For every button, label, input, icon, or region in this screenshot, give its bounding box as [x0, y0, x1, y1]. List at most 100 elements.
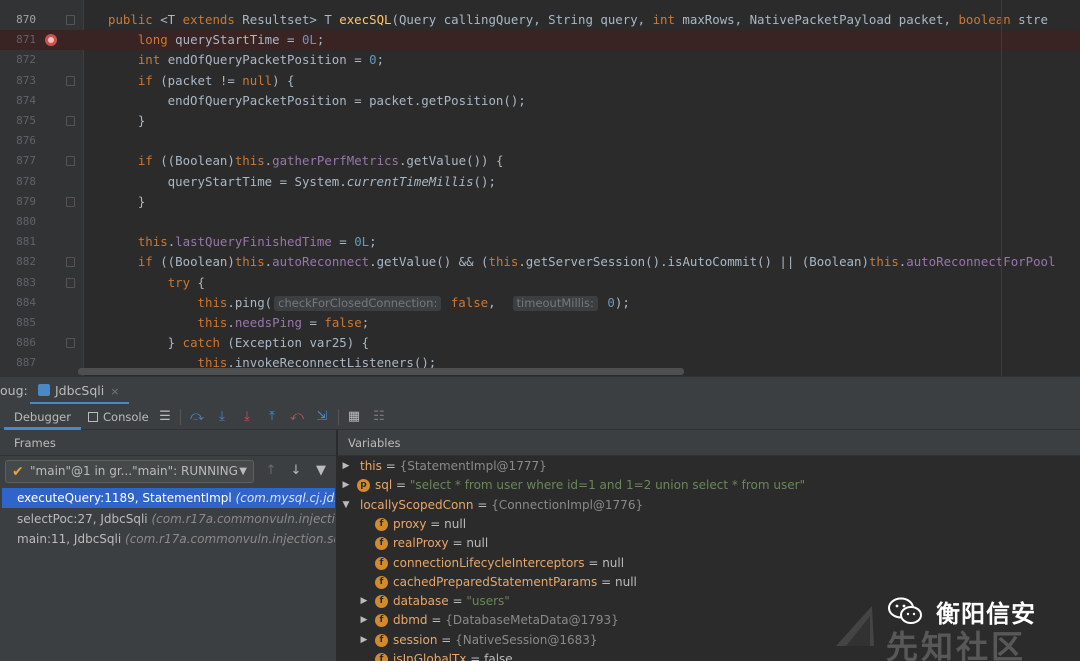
- fold-marker-icon[interactable]: [66, 257, 75, 268]
- variable-value: "select * from user where id=1 and 1=2 u…: [409, 478, 806, 493]
- variable-row[interactable]: ▶ p sql = "select * from user where id=1 a…: [338, 476, 1080, 495]
- line-number[interactable]: 883: [0, 273, 36, 293]
- debug-toolbar: Debugger Console ☰ ⤼ ⤓ ⤓ ⤒ ⤺ ⇲ ▦ ☷: [0, 404, 1080, 430]
- code-line[interactable]: 883 try {: [0, 273, 1080, 293]
- line-number[interactable]: 876: [0, 131, 36, 151]
- code-line[interactable]: 877 if ((Boolean)this.gatherPerfMetrics.…: [0, 151, 1080, 171]
- code-line[interactable]: 874 endOfQueryPacketPosition = packet.ge…: [0, 91, 1080, 111]
- debug-session-tab[interactable]: JdbcSqli ×: [30, 377, 130, 405]
- line-number[interactable]: 873: [0, 71, 36, 91]
- code-text[interactable]: }: [108, 192, 145, 212]
- code-line[interactable]: 881 this.lastQueryFinishedTime = 0L;: [0, 232, 1080, 252]
- line-number[interactable]: 879: [0, 192, 36, 212]
- code-text[interactable]: queryStartTime = System.currentTimeMilli…: [108, 172, 496, 192]
- line-number[interactable]: 875: [0, 111, 36, 131]
- line-number[interactable]: 872: [0, 50, 36, 70]
- line-number[interactable]: 884: [0, 293, 36, 313]
- close-tab-icon[interactable]: ×: [110, 385, 119, 398]
- line-number[interactable]: 882: [0, 252, 36, 272]
- collapse-arrow-icon[interactable]: ▼: [340, 496, 352, 515]
- variable-name: locallyScopedConn: [360, 497, 474, 512]
- variable-row[interactable]: f proxy = null: [338, 515, 1080, 534]
- line-number[interactable]: 870: [0, 10, 36, 30]
- code-text[interactable]: this.needsPing = false;: [108, 313, 370, 333]
- code-line[interactable]: 875 }: [0, 111, 1080, 131]
- evaluate-expression-icon[interactable]: ▦: [345, 408, 363, 426]
- arrow-down-icon[interactable]: ↓: [287, 462, 305, 480]
- code-line[interactable]: 880: [0, 212, 1080, 232]
- toolbar-separator: [180, 409, 181, 425]
- fold-marker-icon[interactable]: [66, 277, 75, 288]
- line-number[interactable]: 887: [0, 353, 36, 373]
- drop-frame-icon[interactable]: ⤺: [288, 408, 306, 426]
- field-icon: f: [375, 575, 388, 589]
- arrow-up-icon[interactable]: ↑: [262, 462, 280, 480]
- frame-row[interactable]: selectPoc:27, JdbcSqli (com.r17a.commonv…: [2, 509, 335, 529]
- thread-selector[interactable]: ✔ "main"@1 in gr..."main": RUNNING ▼: [5, 460, 254, 483]
- frame-row[interactable]: executeQuery:1189, StatementImpl (com.my…: [2, 488, 335, 508]
- step-over-icon[interactable]: ⤼: [188, 408, 206, 426]
- line-number[interactable]: 881: [0, 232, 36, 252]
- line-number[interactable]: 880: [0, 212, 36, 232]
- fold-marker-icon[interactable]: [66, 338, 75, 349]
- code-line[interactable]: 876: [0, 131, 1080, 151]
- code-line[interactable]: 879 }: [0, 192, 1080, 212]
- fold-marker-icon[interactable]: [66, 75, 75, 86]
- code-editor[interactable]: 870 public <T extends Resultset> T execSQ…: [0, 0, 1080, 376]
- code-text[interactable]: try {: [108, 273, 205, 293]
- fold-marker-icon[interactable]: [66, 196, 75, 207]
- fold-marker-icon[interactable]: [66, 156, 75, 167]
- variable-row[interactable]: ▶ this = {StatementImpl@1777}: [338, 457, 1080, 476]
- code-text[interactable]: if ((Boolean)this.autoReconnect.getValue…: [108, 252, 1056, 272]
- variable-row[interactable]: f connectionLifecycleInterceptors = null: [338, 554, 1080, 573]
- line-number[interactable]: 874: [0, 91, 36, 111]
- code-text[interactable]: endOfQueryPacketPosition = packet.getPos…: [108, 91, 526, 111]
- filter-icon[interactable]: ▼: [312, 462, 330, 480]
- breakpoint-icon[interactable]: [45, 34, 57, 47]
- line-number[interactable]: 878: [0, 172, 36, 192]
- variable-row[interactable]: f realProxy = null: [338, 534, 1080, 553]
- tab-console[interactable]: Console: [78, 404, 159, 430]
- code-text[interactable]: } catch (Exception var25) {: [108, 333, 369, 353]
- code-line[interactable]: 885 this.needsPing = false;: [0, 313, 1080, 333]
- code-text[interactable]: public <T extends Resultset> T execSQL(Q…: [108, 10, 1048, 30]
- fold-marker-icon[interactable]: [66, 15, 75, 25]
- code-text[interactable]: long queryStartTime = 0L;: [108, 30, 325, 50]
- variable-row[interactable]: ▼ locallyScopedConn = {ConnectionImpl@177…: [338, 496, 1080, 515]
- code-text[interactable]: }: [108, 111, 145, 131]
- variable-name: isInGlobalTx: [393, 652, 467, 661]
- code-text[interactable]: if ((Boolean)this.gatherPerfMetrics.getV…: [108, 151, 504, 171]
- horizontal-scrollbar[interactable]: [78, 368, 684, 375]
- code-line[interactable]: 871 long queryStartTime = 0L;: [0, 30, 1080, 51]
- code-line[interactable]: 886 } catch (Exception var25) {: [0, 333, 1080, 353]
- code-text[interactable]: int endOfQueryPacketPosition = 0;: [108, 50, 384, 70]
- expand-arrow-icon[interactable]: ▶: [340, 457, 352, 476]
- expand-arrow-icon[interactable]: ▶: [358, 611, 370, 630]
- step-out-icon[interactable]: ⤒: [263, 408, 281, 426]
- line-number[interactable]: 886: [0, 333, 36, 353]
- line-number[interactable]: 871: [0, 30, 36, 50]
- step-into-icon[interactable]: ⤓: [213, 408, 231, 426]
- code-text[interactable]: this.lastQueryFinishedTime = 0L;: [108, 232, 377, 252]
- line-number[interactable]: 877: [0, 151, 36, 171]
- run-to-cursor-icon[interactable]: ⇲: [313, 408, 331, 426]
- expand-arrow-icon[interactable]: ▶: [358, 631, 370, 650]
- code-line[interactable]: 882 if ((Boolean)this.autoReconnect.getV…: [0, 252, 1080, 272]
- code-line[interactable]: 884 this.ping(checkForClosedConnection: …: [0, 293, 1080, 313]
- code-line[interactable]: 870 public <T extends Resultset> T execSQ…: [0, 10, 1080, 30]
- fold-marker-icon[interactable]: [66, 116, 75, 126]
- expand-arrow-icon[interactable]: ▶: [358, 592, 370, 611]
- expand-arrow-icon[interactable]: ▶: [340, 476, 352, 495]
- field-icon: f: [375, 517, 388, 531]
- trace-icon[interactable]: ☷: [370, 408, 388, 426]
- code-line[interactable]: 872 int endOfQueryPacketPosition = 0;: [0, 50, 1080, 70]
- frame-row[interactable]: main:11, JdbcSqli (com.r17a.commonvuln.i…: [2, 529, 335, 549]
- tab-debugger[interactable]: Debugger: [4, 404, 81, 430]
- code-line[interactable]: 873 if (packet != null) {: [0, 71, 1080, 91]
- code-text[interactable]: if (packet != null) {: [108, 71, 295, 91]
- menu-lines-icon[interactable]: ☰: [156, 408, 174, 426]
- code-text[interactable]: this.ping(checkForClosedConnection: fals…: [108, 293, 630, 313]
- force-step-into-icon[interactable]: ⤓: [238, 408, 256, 426]
- line-number[interactable]: 885: [0, 313, 36, 333]
- code-line[interactable]: 878 queryStartTime = System.currentTimeM…: [0, 172, 1080, 192]
